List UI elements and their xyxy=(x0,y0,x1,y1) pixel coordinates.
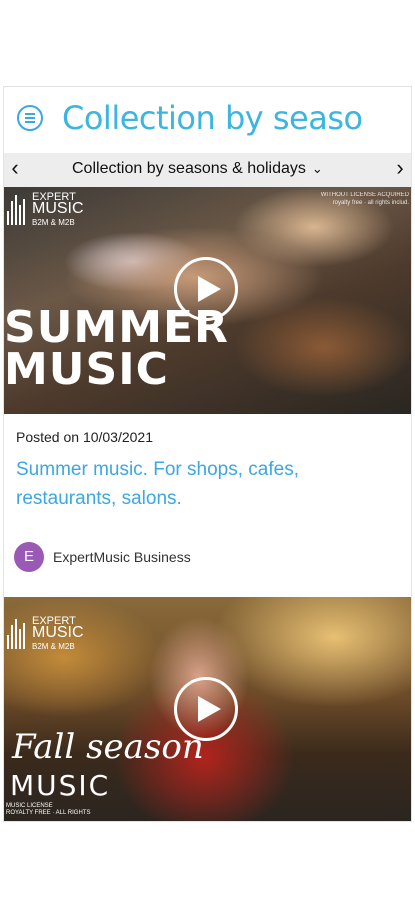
collection-dropdown[interactable]: Collection by seasons & holidays ⌄ xyxy=(72,160,323,178)
rights-note: WITHOUT LICENSE ACQUIRED royalty free · a… xyxy=(320,192,409,206)
logo-bars-icon xyxy=(7,191,29,225)
play-button-icon[interactable] xyxy=(174,257,238,321)
logo-mid: MUSIC xyxy=(32,200,84,217)
author-name: ExpertMusic Business xyxy=(53,549,191,565)
menu-icon[interactable] xyxy=(17,105,43,131)
collection-nav: ‹ Collection by seasons & holidays ⌄ › xyxy=(4,153,411,187)
logo-bottom: B2M & M2B xyxy=(32,642,75,651)
overlay-script-title: Fall season xyxy=(12,727,204,767)
overlay-title: MUSIC xyxy=(10,769,111,802)
app-frame: Collection by seaso ‹ Collection by seas… xyxy=(3,86,412,822)
chevron-down-icon: ⌄ xyxy=(311,161,323,176)
next-arrow-icon[interactable]: › xyxy=(389,153,411,187)
license-note: MUSIC LICENSE ROYALTY FREE · ALL RIGHTS xyxy=(6,803,91,816)
page-title: Collection by seaso xyxy=(62,99,363,137)
expert-music-logo: EXPERT MUSIC B2M & M2B xyxy=(7,615,84,653)
post-image-fall[interactable]: EXPERT MUSIC B2M & M2B Fall season MUSIC… xyxy=(4,597,411,821)
post-image-summer[interactable]: EXPERT MUSIC B2M & M2B WITHOUT LICENSE A… xyxy=(4,187,411,414)
logo-bars-icon xyxy=(7,615,29,649)
expert-music-logo: EXPERT MUSIC B2M & M2B xyxy=(7,191,84,229)
post-title-link[interactable]: Summer music. For shops, cafes, restaura… xyxy=(16,455,396,513)
collection-dropdown-label: Collection by seasons & holidays xyxy=(72,160,306,177)
app-header: Collection by seaso xyxy=(4,87,411,151)
play-button-icon[interactable] xyxy=(174,677,238,741)
post-date: Posted on 10/03/2021 xyxy=(16,429,154,445)
prev-arrow-icon[interactable]: ‹ xyxy=(4,153,26,187)
logo-mid: MUSIC xyxy=(32,624,84,641)
overlay-title: SUMMER MUSIC xyxy=(4,302,229,395)
avatar: E xyxy=(14,542,44,572)
logo-bottom: B2M & M2B xyxy=(32,218,75,227)
